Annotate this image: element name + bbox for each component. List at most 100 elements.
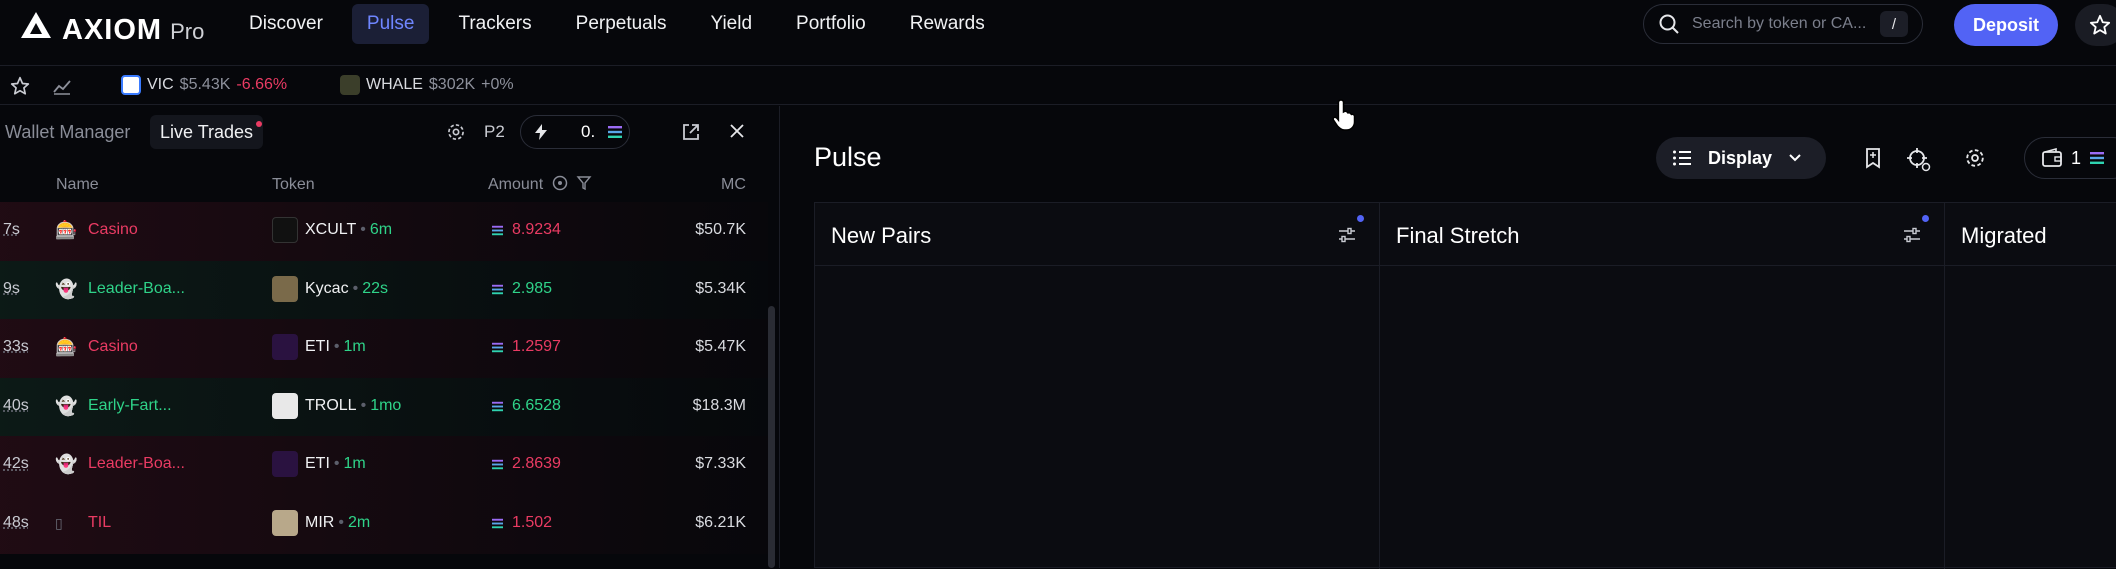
solana-icon bbox=[492, 401, 503, 411]
solana-icon bbox=[492, 225, 503, 236]
market-cap: $18.3M bbox=[692, 396, 746, 414]
wallet-count: 1 bbox=[2071, 147, 2082, 168]
trades-list: 7s 🎰 Casino XCULT • 6m 8.9234 $50.7K 9s 👻 … bbox=[0, 202, 768, 554]
token-info[interactable]: TROLL • 1mo bbox=[305, 397, 401, 415]
search-shortcut-key: / bbox=[1880, 11, 1908, 37]
market-cap: $7.33K bbox=[695, 455, 746, 473]
column-final-stretch: Final Stretch bbox=[1380, 203, 1945, 569]
chart-icon[interactable] bbox=[52, 76, 72, 96]
scrollbar[interactable] bbox=[768, 306, 775, 568]
token-symbol: XCULT bbox=[305, 221, 357, 238]
column-new-pairs: New Pairs bbox=[815, 203, 1380, 569]
trade-amount: 2.985 bbox=[512, 279, 553, 297]
quick-buy-amount-input[interactable]: 0. bbox=[520, 115, 630, 149]
trade-amount: 2.8639 bbox=[512, 455, 561, 473]
table-row[interactable]: 7s 🎰 Casino XCULT • 6m 8.9234 $50.7K bbox=[0, 202, 768, 261]
nav-portfolio[interactable]: Portfolio bbox=[781, 4, 881, 44]
display-button[interactable]: Display bbox=[1656, 137, 1826, 179]
bookmark-icon[interactable] bbox=[1864, 147, 1882, 169]
trade-age: 7s bbox=[3, 221, 20, 238]
slot-machine-icon: 🎰 bbox=[55, 337, 78, 358]
filter-icon[interactable] bbox=[576, 175, 592, 191]
table-row[interactable]: 48s ▯ TIL MIR • 2m 1.502 $6.21K bbox=[0, 494, 768, 554]
main-nav: Discover Pulse Trackers Perpetuals Yield… bbox=[234, 4, 1014, 44]
brand-suffix: Pro bbox=[170, 19, 205, 44]
token-image bbox=[272, 509, 298, 536]
token-info[interactable]: MIR • 2m bbox=[305, 514, 370, 532]
sliders-icon[interactable] bbox=[1902, 225, 1922, 245]
token-image bbox=[272, 334, 298, 361]
token-age: 2m bbox=[347, 513, 371, 531]
nav-discover[interactable]: Discover bbox=[234, 4, 338, 44]
wallet-selector[interactable]: 1 bbox=[2024, 137, 2116, 179]
nav-pulse[interactable]: Pulse bbox=[351, 4, 430, 44]
lightning-icon bbox=[535, 124, 547, 140]
token-image bbox=[272, 217, 298, 243]
token-info[interactable]: Kycac • 22s bbox=[305, 280, 388, 298]
market-cap: $5.47K bbox=[695, 338, 746, 356]
settings-icon[interactable] bbox=[446, 122, 466, 142]
top-navigation-bar: AXIOM Pro Discover Pulse Trackers Perpet… bbox=[0, 0, 2116, 66]
watchlist-button[interactable] bbox=[2075, 4, 2116, 46]
trader-name[interactable]: Early-Fart... bbox=[88, 397, 172, 415]
table-row[interactable]: 33s 🎰 Casino ETI • 1m 1.2597 $5.47K bbox=[0, 319, 768, 378]
quick-buy-amount: 0. bbox=[581, 122, 596, 141]
token-age: 6m bbox=[369, 221, 393, 238]
token-symbol: TROLL bbox=[305, 396, 357, 414]
crosshair-settings-icon[interactable] bbox=[1906, 147, 1932, 173]
panel-header: Wallet Manager Live Trades P2 0. bbox=[0, 106, 779, 161]
solana-icon bbox=[2090, 152, 2105, 164]
preset-selector[interactable]: P2 bbox=[484, 122, 505, 142]
table-row[interactable]: 42s 👻 Leader-Boa... ETI • 1m 2.8639 $7.33K bbox=[0, 436, 768, 495]
trade-amount: 6.6528 bbox=[512, 396, 561, 414]
nav-perpetuals[interactable]: Perpetuals bbox=[561, 4, 682, 44]
nav-yield[interactable]: Yield bbox=[695, 4, 767, 44]
tab-wallet-manager[interactable]: Wallet Manager bbox=[5, 122, 130, 143]
close-icon[interactable] bbox=[728, 122, 746, 140]
nav-trackers[interactable]: Trackers bbox=[443, 4, 546, 44]
trader-name[interactable]: TIL bbox=[88, 514, 111, 532]
page-title: Pulse bbox=[814, 142, 882, 172]
deposit-button[interactable]: Deposit bbox=[1954, 4, 2058, 46]
solana-icon bbox=[492, 518, 503, 529]
trader-name[interactable]: Leader-Boa... bbox=[88, 280, 185, 298]
search-input[interactable]: Search by token or CA... / bbox=[1643, 4, 1923, 44]
token-symbol: ETI bbox=[305, 338, 330, 356]
ticker-whale[interactable]: WHALE $302K +0% bbox=[340, 75, 514, 95]
table-row[interactable]: 40s 👻 Early-Fart... TROLL • 1mo 6.6528 $18… bbox=[0, 377, 768, 437]
trader-name[interactable]: Casino bbox=[88, 221, 138, 239]
column-header: New Pairs bbox=[815, 203, 1379, 266]
token-info[interactable]: XCULT • 6m bbox=[305, 221, 392, 239]
table-row[interactable]: 9s 👻 Leader-Boa... Kycac • 22s 2.985 $5.34… bbox=[0, 260, 768, 320]
search-icon bbox=[1659, 14, 1679, 34]
brand-logo[interactable]: AXIOM Pro bbox=[20, 10, 204, 47]
currency-toggle-icon[interactable] bbox=[552, 175, 568, 191]
trader-name[interactable]: Leader-Boa... bbox=[88, 455, 185, 473]
token-age: 22s bbox=[362, 279, 388, 297]
settings-icon[interactable] bbox=[1964, 147, 1986, 169]
column-header: Migrated bbox=[1945, 203, 2116, 266]
token-info[interactable]: ETI • 1m bbox=[305, 455, 366, 473]
slot-machine-icon: 🎰 bbox=[55, 220, 78, 240]
ticker-vic[interactable]: VIC $5.43K -6.66% bbox=[121, 75, 287, 95]
watchlist-ticker-bar: VIC $5.43K -6.66% WHALE $302K +0% bbox=[0, 67, 2116, 105]
token-symbol: MIR bbox=[305, 513, 335, 531]
pulse-columns: New Pairs Final Stretch Migrated bbox=[814, 202, 2116, 569]
column-title: New Pairs bbox=[831, 223, 932, 248]
token-info[interactable]: ETI • 1m bbox=[305, 338, 366, 356]
nav-rewards[interactable]: Rewards bbox=[895, 4, 1000, 44]
sliders-icon[interactable] bbox=[1337, 225, 1357, 245]
trade-age: 33s bbox=[3, 338, 29, 356]
trader-name[interactable]: Casino bbox=[88, 338, 138, 356]
token-symbol: ETI bbox=[305, 455, 330, 473]
trade-age: 9s bbox=[3, 279, 20, 297]
solana-icon bbox=[608, 126, 623, 138]
token-age: 1mo bbox=[370, 396, 402, 414]
column-amount[interactable]: Amount bbox=[488, 176, 543, 194]
column-header: Final Stretch bbox=[1380, 203, 1944, 266]
tab-live-trades[interactable]: Live Trades bbox=[150, 115, 264, 149]
star-icon[interactable] bbox=[10, 76, 30, 96]
token-symbol: Kycac bbox=[305, 279, 349, 297]
popout-icon[interactable] bbox=[681, 122, 701, 142]
solana-icon bbox=[492, 284, 503, 294]
